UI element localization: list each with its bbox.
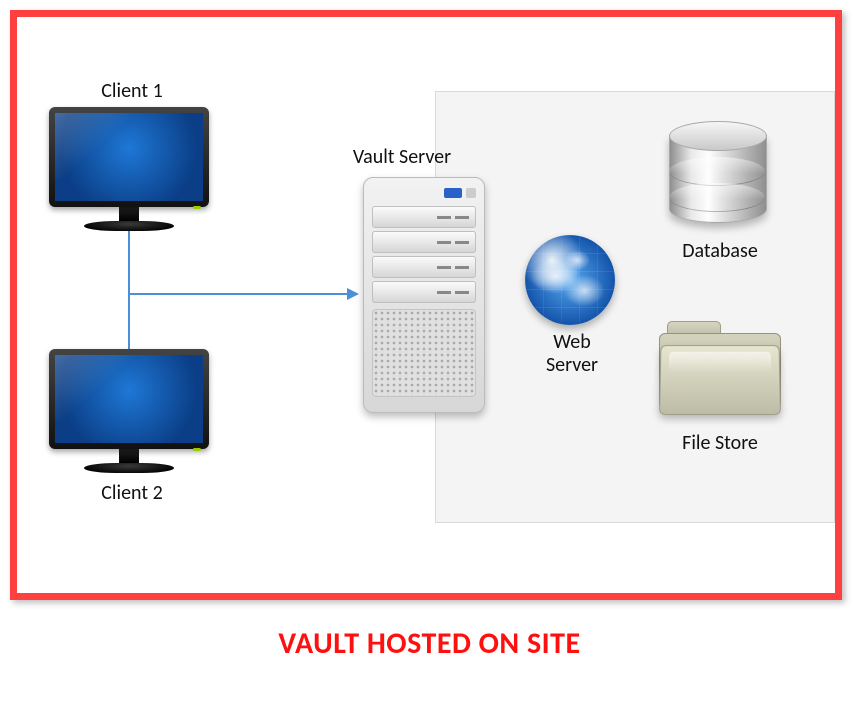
folder-icon (659, 321, 779, 413)
monitor-icon (49, 349, 209, 473)
server-tower-icon (363, 177, 485, 413)
connector-vertical (128, 227, 130, 352)
connector-arrowhead (347, 288, 359, 300)
diagram-caption: VAULT HOSTED ON SITE (0, 625, 859, 662)
web-server-label-line2: Server (546, 353, 598, 377)
database-icon (669, 121, 765, 229)
vault-server-label: Vault Server (337, 145, 467, 169)
server-region-box (435, 91, 835, 523)
database-label: Database (655, 239, 785, 263)
web-server-label-line1: Web (553, 330, 591, 354)
filestore-label: File Store (655, 431, 785, 455)
connector-horizontal (128, 293, 347, 295)
web-server-label: Web Server (527, 331, 617, 377)
diagram-stage: Client 1 Client 2 Vault Server Web Serve… (0, 0, 859, 701)
globe-icon (525, 235, 615, 325)
outer-frame: Client 1 Client 2 Vault Server Web Serve… (10, 10, 842, 600)
monitor-icon (49, 107, 209, 231)
client2-label: Client 2 (77, 481, 187, 505)
client1-label: Client 1 (77, 79, 187, 103)
